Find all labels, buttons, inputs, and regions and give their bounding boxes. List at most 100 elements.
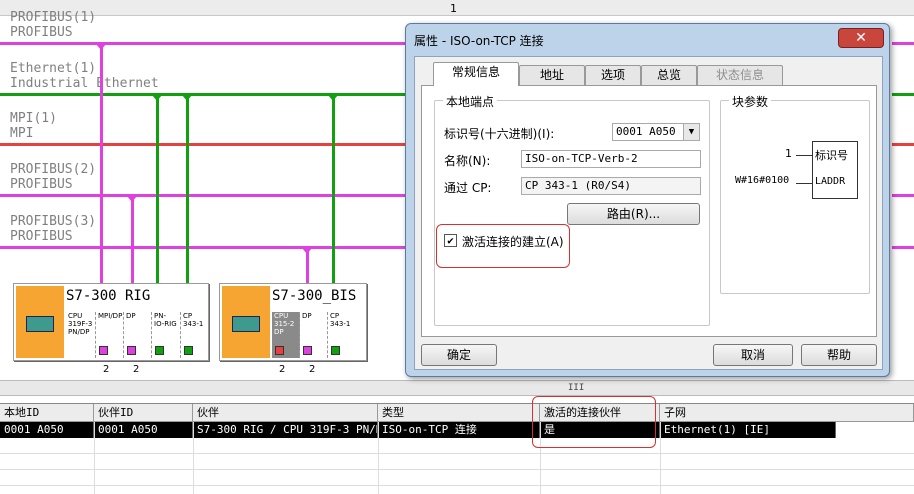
ok-button[interactable]: 确定 <box>421 344 497 366</box>
name-field[interactable]: ISO-on-TCP-Verb-2 <box>521 150 701 168</box>
subnet-profibus1-name: PROFIBUS(1) <box>10 10 97 25</box>
column-number: 1 <box>450 2 457 15</box>
dialog-title: 属性 - ISO-on-TCP 连接 <box>414 34 544 48</box>
slot-dp[interactable]: DP <box>300 312 328 358</box>
col-header-partner-id[interactable]: 伙伴ID <box>94 404 193 422</box>
cell-subnet[interactable]: Ethernet(1) [IE] <box>660 422 836 438</box>
slot-mpi-dp[interactable]: MPI/DP <box>96 312 124 358</box>
pane-splitter[interactable]: III <box>0 380 914 396</box>
slot-label: MPI/DP <box>98 312 123 320</box>
slot-label: PN- IO-RIG <box>154 312 177 328</box>
subnet-profibus2-line-right[interactable] <box>892 194 914 197</box>
port-indicator <box>99 346 108 355</box>
subnet-ethernet1-line[interactable] <box>0 93 405 96</box>
subnet-profibus2-type: PROFIBUS <box>10 177 73 192</box>
group-block-params: 块参数 1 标识号 W#16#0100 LADDR <box>720 93 870 294</box>
cell-type[interactable]: ISO-on-TCP 连接 <box>378 422 540 438</box>
connector-tap <box>152 95 162 101</box>
port-indicator <box>184 346 193 355</box>
col-header-local-id[interactable]: 本地ID <box>0 404 94 422</box>
slot-label: CP 343-1 <box>183 312 204 328</box>
tab-status-info[interactable]: 状态信息 <box>697 65 783 85</box>
close-icon[interactable]: ✕ <box>838 28 884 48</box>
slot-dp[interactable]: DP <box>124 312 152 358</box>
slot-cp343[interactable]: CP 343-1 <box>328 312 366 358</box>
slot-label: DP <box>302 312 312 320</box>
subnet-profibus1-line[interactable] <box>0 42 405 45</box>
subnet-profibus3-type: PROFIBUS <box>10 229 73 244</box>
rack-icon <box>26 316 54 332</box>
connector-tap <box>328 95 338 101</box>
block-laddr-input: W#16#0100 <box>735 175 790 186</box>
rack-icon <box>232 316 260 332</box>
properties-dialog[interactable]: 属性 - ISO-on-TCP 连接 ✕ 常规信息 地址 选项 总览 状态信息 … <box>405 23 890 377</box>
slot-pn-io[interactable]: PN- IO-RIG <box>152 312 181 358</box>
connection-table[interactable]: 本地ID 伙伴ID 伙伴 类型 激活的连接伙伴 子网 0001 A050 000… <box>0 403 914 494</box>
dialog-body: 常规信息 地址 选项 总览 状态信息 本地端点 标识号(十六进制)(I): 00… <box>414 56 883 370</box>
cell-local-id[interactable]: 0001 A050 <box>0 422 94 438</box>
slot-label: CPU 315-2 DP <box>274 312 295 336</box>
id-value: 0001 A050 <box>616 125 676 138</box>
col-header-type[interactable]: 类型 <box>378 404 540 422</box>
via-cp-label: 通过 CP: <box>444 181 492 195</box>
splitter-grip[interactable]: III <box>568 383 584 393</box>
subnet-ethernet1-name: Ethernet(1) <box>10 61 97 76</box>
subnet-profibus3-line-right[interactable] <box>892 246 914 249</box>
block-id-pin: 标识号 <box>815 149 848 162</box>
subnet-profibus3-name: PROFIBUS(3) <box>10 214 97 229</box>
subnet-mpi1-name: MPI(1) <box>10 111 57 126</box>
connector-tap <box>127 196 137 202</box>
slot-cpu[interactable]: CPU 319F-3 PN/DP <box>66 312 96 358</box>
name-label: 名称(N): <box>444 154 491 168</box>
port-indicator <box>155 346 164 355</box>
station-s7-300-bis[interactable]: S7-300_BIS CPU 315-2 DP DP CP 343-1 <box>219 283 367 361</box>
grid-divider <box>378 422 379 494</box>
highlight-active-partner <box>532 396 656 448</box>
id-label: 标识号(十六进制)(I): <box>444 127 555 141</box>
help-button[interactable]: 帮助 <box>801 344 877 366</box>
subnet-profibus1-type: PROFIBUS <box>10 25 73 40</box>
block-pin <box>796 183 812 184</box>
tab-overview[interactable]: 总览 <box>641 65 697 85</box>
slot-label: CPU 319F-3 PN/DP <box>68 312 93 336</box>
route-button[interactable]: 路由(R)... <box>567 203 700 225</box>
tab-address[interactable]: 地址 <box>519 65 585 85</box>
port-indicator <box>303 346 312 355</box>
table-row[interactable] <box>0 438 914 454</box>
slot-cp343[interactable]: CP 343-1 <box>181 312 208 358</box>
grid-divider <box>660 422 661 494</box>
slot-cpu[interactable]: CPU 315-2 DP <box>272 312 300 358</box>
cell-partner[interactable]: S7-300 RIG / CPU 319F-3 PN/DP <box>193 422 378 438</box>
subnet-profibus2-line[interactable] <box>0 194 405 197</box>
port-indicator <box>127 346 136 355</box>
subnet-mpi1-type: MPI <box>10 126 34 141</box>
subnet-profibus1-line-right[interactable] <box>892 42 914 45</box>
slot-label: DP <box>126 312 136 320</box>
station-s7-300-rig[interactable]: S7-300 RIG CPU 319F-3 PN/DP MPI/DP DP PN… <box>13 283 209 361</box>
tab-options[interactable]: 选项 <box>585 65 641 85</box>
station-title: S7-300_BIS <box>272 288 357 304</box>
subnet-profibus3-line[interactable] <box>0 246 405 249</box>
tab-general[interactable]: 常规信息 <box>433 62 519 86</box>
subnet-ethernet1-line-right[interactable] <box>892 93 914 96</box>
subnet-mpi1-line-right[interactable] <box>892 143 914 146</box>
table-row[interactable] <box>0 470 914 486</box>
cancel-button[interactable]: 取消 <box>713 344 793 366</box>
group-label: 本地端点 <box>443 93 498 110</box>
col-header-partner[interactable]: 伙伴 <box>193 404 378 422</box>
column-header: 1 <box>0 0 914 16</box>
grid-divider <box>193 422 194 494</box>
station-title: S7-300 RIG <box>66 288 151 304</box>
subnet-mpi1-line[interactable] <box>0 143 405 146</box>
port-indicator <box>275 346 284 355</box>
chevron-down-icon[interactable]: ▼ <box>683 124 699 140</box>
grid-divider <box>94 422 95 494</box>
table-row[interactable] <box>0 454 914 470</box>
id-select[interactable]: 0001 A050 ▼ <box>612 123 700 141</box>
col-header-subnet[interactable]: 子网 <box>660 404 914 422</box>
via-cp-field: CP 343-1 (R0/S4) <box>521 177 701 195</box>
group-label: 块参数 <box>729 93 772 110</box>
cell-partner-id[interactable]: 0001 A050 <box>94 422 193 438</box>
subnet-profibus2-name: PROFIBUS(2) <box>10 162 97 177</box>
block-pin <box>796 155 812 156</box>
